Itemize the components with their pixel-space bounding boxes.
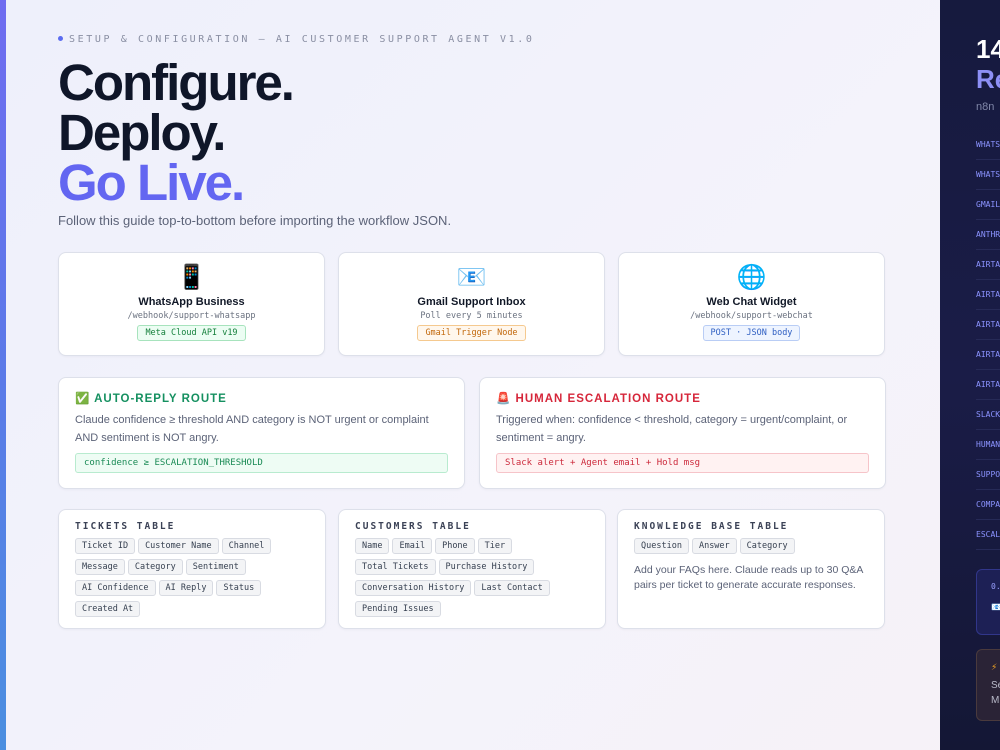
field-tag: Channel [221,538,272,554]
email-icon: 📧 [991,602,1000,612]
node-list-item: AIRTA [976,370,1000,400]
knowledge-base-table-title: KNOWLEDGE BASE TABLE [634,521,789,532]
globe-icon: 🌐 [736,264,767,291]
field-tag: Created At [75,601,141,617]
node-list-item: AIRTA [976,310,1000,340]
source-tag: Meta Cloud API v19 [137,325,246,341]
source-title: Web Chat Widget [706,296,797,308]
field-tag: Customer Name [138,538,219,554]
source-title: WhatsApp Business [138,296,245,308]
tickets-field-list: Ticket ID Customer Name Channel Message Cate… [75,538,309,622]
knowledge-base-field-list: Question Answer Category [634,538,868,559]
node-list-item: HUMAN [976,430,1000,460]
knowledge-base-table-card: KNOWLEDGE BASE TABLE Question Answer Categ… [617,509,885,629]
auto-reply-route-card: ✅ AUTO-REPLY ROUTE Claude confidence ≥ t… [58,377,465,489]
source-tag: POST · JSON body [702,325,801,341]
info-box: 0. 📧 [976,569,1000,635]
source-card-webchat: 🌐 Web Chat Widget /webhook/support-webch… [618,252,885,356]
headline-line-2: Deploy. [58,104,226,161]
node-list-item: AIRTA [976,340,1000,370]
node-list-item: WHATS [976,130,1000,160]
node-list-item: ANTHR [976,220,1000,250]
human-escalation-route-title: 🚨 HUMAN ESCALATION ROUTE [496,393,701,405]
field-tag: Phone [435,538,475,554]
panel-caption: n8n [976,101,995,113]
field-tag: Category [127,559,183,575]
eyebrow: SETUP & CONFIGURATION — AI CUSTOMER SUPP… [58,34,535,45]
human-escalation-route-action: Slack alert + Agent email + Hold msg [496,453,869,473]
mobile-phone-icon: 📱 [176,264,207,291]
source-path: /webhook/support-whatsapp [127,311,256,321]
field-tag: Category [739,538,795,554]
customers-table-card: CUSTOMERS TABLE Name Email Phone Tier Total … [338,509,606,629]
eyebrow-dot-icon [58,35,63,41]
headline-line-1: Configure. [58,54,295,111]
field-tag: Sentiment [185,559,246,575]
node-list-item: ESCAL [976,520,1000,550]
human-escalation-route-description: Triggered when: confidence < threshold, … [496,414,848,444]
source-path: /webhook/support-webchat [690,311,813,321]
field-tag: Pending Issues [355,601,441,617]
warning-box-line-1: Se [991,680,1000,691]
customers-table-title: CUSTOMERS TABLE [355,521,471,532]
page-subtitle: Follow this guide top-to-bottom before i… [58,213,452,228]
field-tag: Tier [477,538,513,554]
node-count: 14 [976,34,1000,64]
auto-reply-route-title: ✅ AUTO-REPLY ROUTE [75,393,227,405]
knowledge-base-description: Add your FAQs here. Claude reads up to 3… [634,564,863,591]
field-tag: Answer [691,538,737,554]
field-tag: Total Tickets [355,559,436,575]
human-escalation-route-card: 🚨 HUMAN ESCALATION ROUTE Triggered when:… [479,377,886,489]
panel-title: Re [976,64,1000,94]
siren-icon: 🚨 [496,393,512,405]
warning-box-line-2: M [991,695,1000,706]
auto-reply-route-description: Claude confidence ≥ threshold AND catego… [75,414,429,444]
source-tag: Gmail Trigger Node [417,325,526,341]
eyebrow-text: SETUP & CONFIGURATION — AI CUSTOMER SUPP… [69,34,535,45]
field-tag: Last Contact [474,580,550,596]
node-list-item: SUPPO [976,460,1000,490]
field-tag: Ticket ID [75,538,136,554]
main-content: SETUP & CONFIGURATION — AI CUSTOMER SUPP… [58,0,888,750]
lightning-icon: ⚡ [991,662,998,672]
field-tag: Email [392,538,433,554]
page-title: Configure. Deploy. Go Live. [58,54,295,211]
node-list-item: COMPA [976,490,1000,520]
field-tag: Status [216,580,262,596]
auto-reply-route-condition: confidence ≥ ESCALATION_THRESHOLD [75,453,448,473]
customers-field-list: Name Email Phone Tier Total Tickets Purchase … [355,538,589,622]
tickets-table-title: TICKETS TABLE [75,521,176,532]
right-panel: 14 Re n8n WHATS WHATS GMAIL ANTHR AIRTA … [940,0,1000,750]
accent-bar [0,0,6,750]
check-icon: ✅ [75,393,91,405]
node-list-item: SLACK [976,400,1000,430]
source-card-whatsapp: 📱 WhatsApp Business /webhook/support-wha… [58,252,325,356]
node-list-item: AIRTA [976,280,1000,310]
node-list-item: WHATS [976,160,1000,190]
field-tag: AI Confidence [75,580,156,596]
warning-box: ⚡ Se M [976,649,1000,721]
email-icon: 📧 [456,264,487,291]
source-title: Gmail Support Inbox [417,296,526,308]
field-tag: Conversation History [355,580,472,596]
field-tag: AI Reply [158,580,214,596]
node-list: WHATS WHATS GMAIL ANTHR AIRTA AIRTA AIRT… [976,130,1000,550]
field-tag: Question [634,538,689,554]
node-list-item: AIRTA [976,250,1000,280]
info-box-title: 0. [991,582,1000,591]
field-tag: Name [355,538,390,554]
source-card-gmail: 📧 Gmail Support Inbox Poll every 5 minut… [338,252,605,356]
node-list-item: GMAIL [976,190,1000,220]
field-tag: Message [75,559,125,575]
tickets-table-card: TICKETS TABLE Ticket ID Customer Name Chan… [58,509,326,629]
source-path: Poll every 5 minutes [420,311,523,321]
field-tag: Purchase History [438,559,535,575]
headline-line-3: Go Live. [58,154,245,211]
